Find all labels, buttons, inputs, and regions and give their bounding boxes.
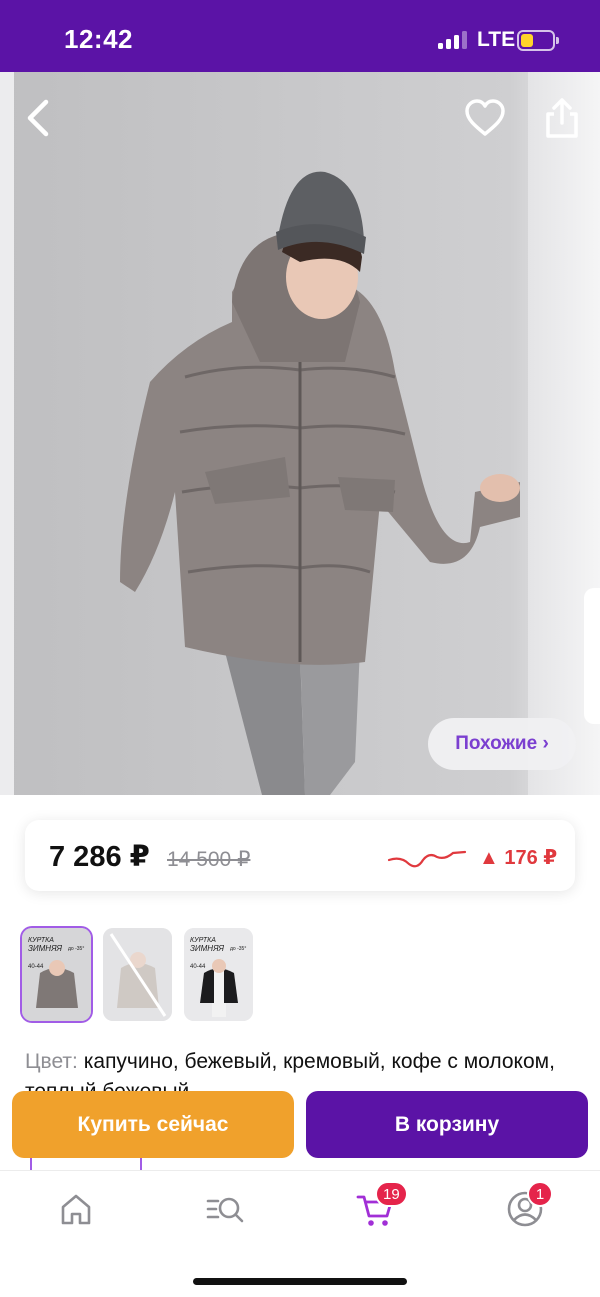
home-icon [61, 1194, 91, 1225]
thumbnail-image: КУРТКА ЗИМНЯЯ до -35° 40-44 [184, 928, 253, 1021]
svg-text:40-44: 40-44 [28, 964, 44, 970]
jacket-photo-illustration [120, 171, 520, 795]
catalog-search-icon [206, 1197, 244, 1223]
status-bar: 12:42 LTE [0, 0, 600, 72]
signal-strength-icon [438, 31, 468, 49]
svg-text:ЗИМНЯЯ: ЗИМНЯЯ [190, 944, 225, 953]
share-icon [546, 98, 578, 138]
tab-catalog[interactable] [205, 1189, 245, 1229]
battery-level [521, 34, 533, 47]
price-trend-sparkline-icon[interactable] [387, 840, 467, 870]
favorite-button[interactable] [464, 98, 506, 138]
svg-text:ЗИМНЯЯ: ЗИМНЯЯ [28, 944, 63, 953]
network-type: LTE [477, 28, 516, 51]
cart-count-badge: 19 [375, 1181, 408, 1207]
battery-tip [556, 37, 559, 44]
buy-now-button[interactable]: Купить сейчас [12, 1091, 294, 1158]
battery-icon [517, 30, 555, 51]
old-price: 14 500 ₽ [167, 848, 251, 871]
color-label: Цвет: [25, 1050, 78, 1073]
tab-home[interactable] [56, 1189, 96, 1229]
current-price: 7 286 ₽ [49, 841, 150, 873]
status-time: 12:42 [64, 24, 133, 54]
chevron-left-icon [27, 99, 49, 137]
back-button[interactable] [22, 96, 56, 140]
similar-products-button[interactable]: Похожие › [428, 718, 576, 770]
profile-notification-badge: 1 [527, 1181, 553, 1207]
thumbnail-image: КУРТКА ЗИМНЯЯ до -35° 40-44 [22, 928, 91, 1021]
product-image[interactable] [0, 72, 600, 795]
thumbnail-2[interactable] [103, 928, 172, 1021]
svg-text:КУРТКА: КУРТКА [190, 937, 216, 944]
thumbnail-title: КУРТКА [28, 937, 54, 944]
svg-text:до -35°: до -35° [230, 946, 246, 952]
thumbnail-3[interactable]: КУРТКА ЗИМНЯЯ до -35° 40-44 [184, 928, 253, 1021]
bottom-tab-bar: 19 1 [0, 1170, 600, 1297]
thumbnail-1[interactable]: КУРТКА ЗИМНЯЯ до -35° 40-44 [22, 928, 91, 1021]
share-button[interactable] [542, 96, 582, 140]
price-card: 7 286 ₽ 14 500 ₽ ▲ 176 ₽ [25, 820, 575, 891]
thumbnail-image [103, 928, 172, 1021]
price-change[interactable]: ▲ 176 ₽ [479, 845, 557, 870]
heart-outline-icon [465, 99, 505, 136]
add-to-cart-button[interactable]: В корзину [306, 1091, 588, 1158]
svg-text:до -35°: до -35° [68, 946, 84, 952]
carousel-side-handle[interactable] [584, 588, 600, 724]
svg-text:40-44: 40-44 [190, 964, 206, 970]
home-indicator [193, 1278, 407, 1285]
